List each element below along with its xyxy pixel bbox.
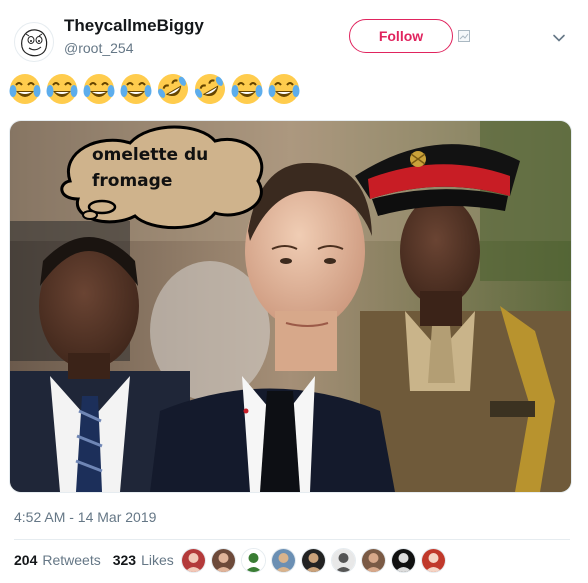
- liker-avatar[interactable]: [361, 548, 386, 573]
- liker-avatar[interactable]: [421, 548, 446, 573]
- face-with-tears-of-joy-icon: [46, 74, 78, 104]
- tweet-stats: 204 Retweets 323 Likes: [14, 552, 174, 568]
- liker-avatar[interactable]: [331, 548, 356, 573]
- chevron-down-icon[interactable]: [551, 30, 567, 46]
- profile-avatar[interactable]: [14, 22, 54, 62]
- face-with-tears-of-joy-icon: [9, 74, 41, 104]
- tweet-card: TheycallmeBiggy @root_254 Follow omelett…: [0, 0, 588, 583]
- divider: [14, 539, 570, 540]
- liker-avatars: [181, 548, 446, 573]
- liker-avatar[interactable]: [241, 548, 266, 573]
- face-with-tears-of-joy-icon: [83, 74, 115, 104]
- tweet-text: [8, 72, 301, 106]
- rolling-on-floor-laughing-icon: [158, 74, 188, 104]
- tweet-timestamp[interactable]: 4:52 AM - 14 Mar 2019: [14, 509, 156, 525]
- liker-avatar[interactable]: [301, 548, 326, 573]
- thought-bubble-caption: omelette du fromage: [92, 145, 209, 191]
- likes-label[interactable]: Likes: [141, 552, 174, 568]
- face-with-tears-of-joy-icon: [268, 74, 300, 104]
- retweets-label[interactable]: Retweets: [42, 552, 100, 568]
- display-name[interactable]: TheycallmeBiggy: [64, 16, 204, 36]
- face-with-tears-of-joy-icon: [120, 74, 152, 104]
- rolling-on-floor-laughing-icon: [195, 74, 225, 104]
- retweets-count[interactable]: 204: [14, 552, 37, 568]
- liker-avatar[interactable]: [391, 548, 416, 573]
- liker-avatar[interactable]: [271, 548, 296, 573]
- user-handle[interactable]: @root_254: [64, 40, 133, 56]
- broken-image-icon: [458, 30, 470, 42]
- liker-avatar[interactable]: [211, 548, 236, 573]
- liker-avatar[interactable]: [181, 548, 206, 573]
- follow-button[interactable]: Follow: [349, 19, 453, 53]
- face-with-tears-of-joy-icon: [231, 74, 263, 104]
- likes-count[interactable]: 323: [113, 552, 136, 568]
